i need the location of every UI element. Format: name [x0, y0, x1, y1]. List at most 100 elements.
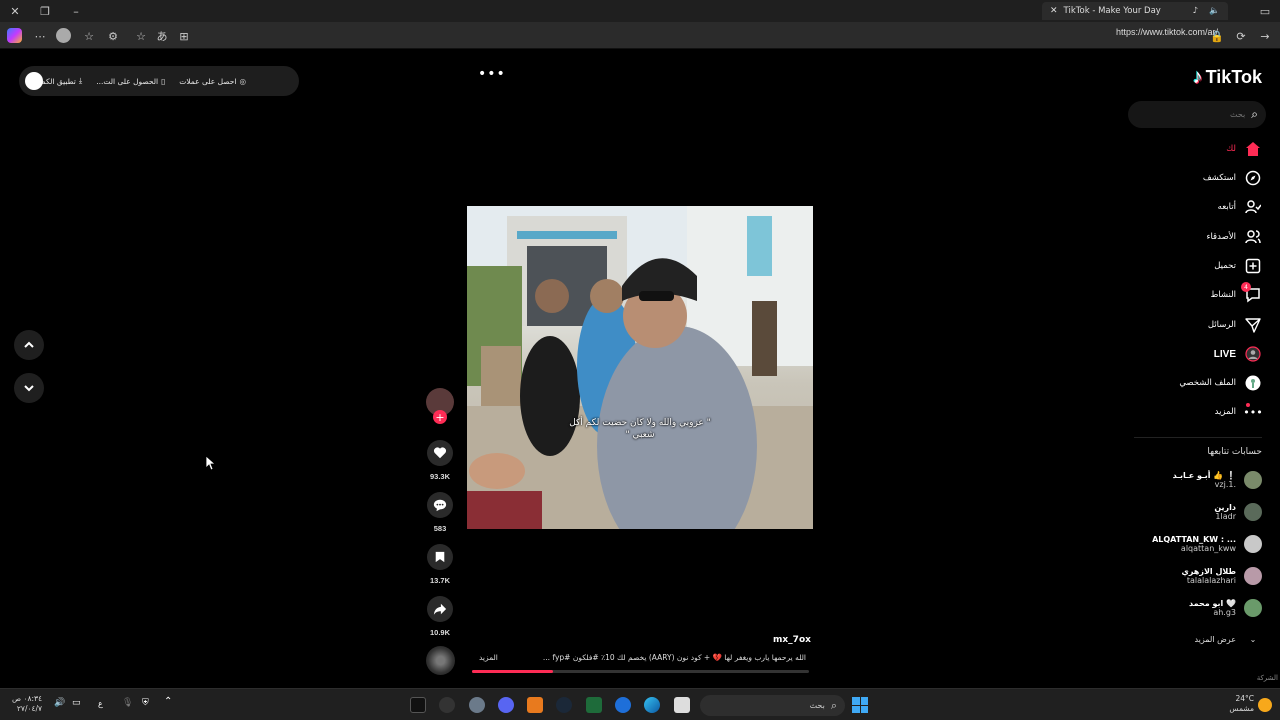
browser-title-bar: ✕ ❐ – + ✕ TikTok - Make Your Day ♪ 🔈 ▭ [0, 0, 1280, 22]
get-coins-link[interactable]: ◎ احصل على عملات [179, 77, 246, 86]
following-account[interactable]: ابو محمد 🤍 ah.g3 [1189, 596, 1262, 620]
taskbar-search-label: بحث [809, 701, 825, 710]
tab-close-icon[interactable]: ✕ [1050, 6, 1058, 16]
forward-icon[interactable]: → [1256, 27, 1274, 45]
nav-item-following[interactable]: أتابعه [1218, 196, 1262, 218]
restore-window-icon[interactable]: ❐ [36, 2, 54, 20]
more-options-icon[interactable]: ••• [478, 66, 506, 82]
description-more-link[interactable]: المزيد [479, 653, 498, 662]
taskbar-search[interactable]: بحث ⌕ [700, 695, 845, 716]
following-account[interactable]: ALQATTAN_KW : ... alqattan_kww [1152, 532, 1262, 556]
video-progress-bar[interactable] [472, 670, 809, 673]
weather-widget[interactable]: 24°C مشمس [1229, 694, 1254, 714]
taskbar-clock[interactable]: ٠٨:٣٤ ص ٢٧/٠٤/٧ [12, 694, 42, 714]
account-name: طلال الازهري [1181, 567, 1237, 576]
sidebar-toggle-icon[interactable]: ▭ [1256, 2, 1274, 20]
music-disc-icon[interactable] [426, 646, 455, 675]
search-box[interactable]: ⌕ [1128, 101, 1266, 128]
heart-icon[interactable] [427, 440, 453, 466]
messages-icon [1244, 316, 1262, 334]
tiktok-logo[interactable]: ♪ TikTok [1193, 66, 1262, 89]
video-author[interactable]: mx_7ox [773, 635, 811, 645]
nav-item-for-you[interactable]: لك [1226, 138, 1262, 160]
visual-studio-icon[interactable] [615, 697, 631, 713]
windows-start-icon[interactable] [852, 697, 868, 713]
blender-icon[interactable] [527, 697, 543, 713]
speaker-icon[interactable]: 🔈 [1209, 6, 1220, 16]
search-input[interactable] [1150, 110, 1246, 119]
close-window-icon[interactable]: ✕ [6, 2, 24, 20]
save-action[interactable]: 13.7K [425, 544, 455, 585]
bookmark-icon[interactable] [427, 544, 453, 570]
save-count: 13.7K [429, 576, 450, 585]
microphone-icon[interactable]: 🎙 [122, 698, 133, 708]
nav-item-explore[interactable]: استكشف [1203, 167, 1262, 189]
nav-item-profile[interactable]: الملف الشخصي [1179, 372, 1262, 394]
file-explorer-icon[interactable] [674, 697, 690, 713]
nav-label: استكشف [1202, 173, 1236, 183]
add-favorite-icon[interactable]: ☆ [132, 27, 150, 45]
favorites-icon[interactable]: ☆ [80, 27, 98, 45]
follow-plus-icon[interactable]: + [433, 410, 447, 424]
avatar [1244, 535, 1262, 553]
extensions-icon[interactable]: ⚙ [104, 27, 122, 45]
menu-dots-icon[interactable]: ⋯ [31, 27, 49, 45]
input-language[interactable]: ع [98, 699, 103, 708]
comment-icon[interactable] [427, 492, 453, 518]
following-account[interactable]: طلال الازهري talalalazhari [1181, 564, 1262, 588]
network-icon[interactable]: ▭ [72, 698, 81, 708]
mouse-cursor-icon [206, 456, 216, 470]
excel-icon[interactable] [586, 697, 602, 713]
settings-icon[interactable] [469, 697, 485, 713]
browser-tab[interactable]: ✕ TikTok - Make Your Day ♪ 🔈 [1042, 2, 1228, 20]
home-icon [1244, 140, 1262, 158]
nav-item-upload[interactable]: تحميل [1214, 255, 1262, 277]
profile-avatar-icon[interactable] [56, 28, 71, 43]
show-more-accounts[interactable]: ⌄ عرض المزيد [1194, 628, 1262, 650]
steam-icon[interactable] [556, 697, 572, 713]
nav-item-friends[interactable]: الأصدقاء [1206, 226, 1262, 248]
security-icon[interactable]: ⛨ [142, 698, 149, 708]
minimize-window-icon[interactable]: – [67, 2, 85, 20]
url-field[interactable]: https://www.tiktok.com/ar/ [1116, 27, 1218, 37]
nav-item-activity[interactable]: 4 النشاط [1210, 282, 1262, 306]
share-action[interactable]: 10.9K [425, 596, 455, 637]
creator-avatar-button[interactable]: + [425, 388, 455, 424]
following-account[interactable]: أبـو عـابـد 👍 ❕ vzj.1. [1173, 468, 1262, 492]
nav-item-messages[interactable]: الرسائل [1208, 314, 1262, 336]
weather-condition: مشمس [1229, 704, 1254, 713]
comment-action[interactable]: 583 [425, 492, 455, 533]
read-aloud-icon[interactable]: あ [153, 27, 171, 45]
search-icon[interactable]: ⌕ [1251, 107, 1258, 122]
more-icon: ••• [1243, 403, 1263, 421]
video-player[interactable]: " عزوبي والله ولا كان حضيت لكم أكل شعبي … [467, 206, 813, 529]
app-icon[interactable] [410, 697, 426, 713]
lock-icon[interactable]: 🔒 [1208, 27, 1226, 45]
tray-chevron-icon[interactable]: ⌃ [164, 696, 172, 707]
copilot-icon[interactable] [7, 28, 22, 43]
company-link[interactable]: الشركة [1257, 674, 1278, 682]
previous-video-button[interactable] [14, 330, 44, 360]
sun-icon [1258, 698, 1272, 712]
chevron-down-icon [24, 385, 34, 392]
user-avatar[interactable] [25, 72, 43, 90]
refresh-icon[interactable]: ⟳ [1232, 27, 1250, 45]
edge-icon[interactable] [644, 697, 660, 713]
following-account[interactable]: دارين 1ladr [1214, 500, 1262, 524]
nav-label: تحميل [1214, 261, 1236, 271]
clock-date: ٢٧/٠٤/٧ [16, 704, 43, 713]
nav-item-more[interactable]: ••• المزيد [1215, 401, 1263, 423]
next-video-button[interactable] [14, 373, 44, 403]
speaker-icon[interactable]: 🔊 [54, 698, 65, 708]
app-available-icon[interactable]: ⊞ [175, 27, 193, 45]
following-icon [1244, 198, 1262, 216]
nav-label: لك [1226, 144, 1236, 154]
nav-item-live[interactable]: LIVE [1214, 343, 1262, 365]
share-icon[interactable] [427, 596, 453, 622]
like-action[interactable]: 93.3K [425, 440, 455, 481]
activity-badge: 4 [1241, 282, 1251, 292]
get-app-link[interactable]: ▯ الحصول على الت... [96, 77, 165, 86]
github-desktop-icon[interactable] [439, 697, 455, 713]
tab-title: TikTok - Make Your Day [1063, 6, 1161, 16]
discord-icon[interactable] [498, 697, 514, 713]
